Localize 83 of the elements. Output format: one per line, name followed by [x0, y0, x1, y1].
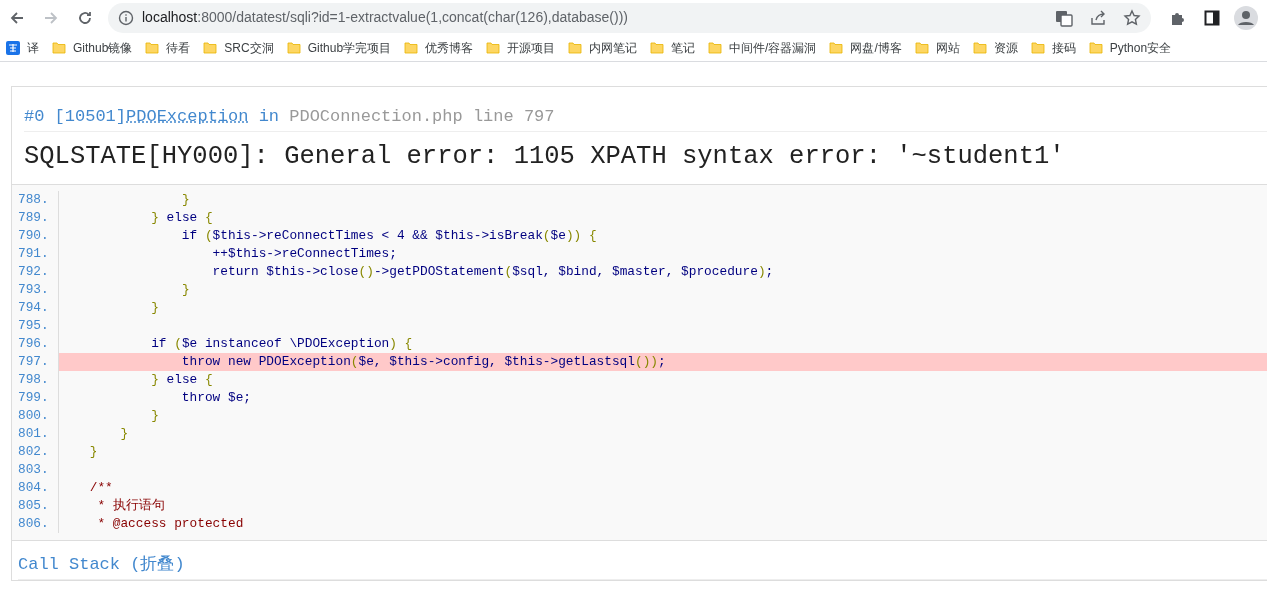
line-number: 790.: [18, 227, 50, 245]
bookmark-item[interactable]: Python安全: [1084, 39, 1181, 57]
folder-icon: [829, 41, 844, 55]
line-number: 805.: [18, 497, 50, 515]
code-line: throw $e;: [180, 389, 252, 407]
bookmark-item[interactable]: 接码: [1026, 39, 1085, 57]
bookmark-item[interactable]: 优秀博客: [400, 39, 483, 57]
folder-icon: [708, 41, 723, 55]
line-number: 788.: [18, 191, 50, 209]
code-line: * @access protected: [96, 515, 245, 533]
code-line: ++$this->reConnectTimes;: [211, 245, 398, 263]
code-line: if ($e instanceof \PDOException) {: [150, 335, 414, 353]
bookmark-item[interactable]: 网盘/博客: [825, 39, 911, 57]
line-number: 793.: [18, 281, 50, 299]
folder-icon: [486, 41, 501, 55]
file-location: PDOConnection.php line 797: [289, 107, 555, 126]
line-number: 792.: [18, 263, 50, 281]
line-number: 806.: [18, 515, 50, 533]
folder-icon: [203, 41, 218, 55]
line-number: 800.: [18, 407, 50, 425]
bookmark-item[interactable]: 内网笔记: [564, 39, 647, 57]
translate-app-icon: [6, 41, 20, 55]
folder-icon: [914, 41, 929, 55]
code-line: } else {: [150, 371, 214, 389]
code-line: }: [180, 281, 191, 299]
code-line: if ($this->reConnectTimes < 4 && $this->isBreak($e)) {: [180, 227, 598, 245]
code-line: } else {: [150, 209, 214, 227]
code-line: * 执行语句: [96, 497, 166, 515]
exception-class-link[interactable]: PDOException: [126, 107, 249, 126]
folder-icon: [650, 41, 665, 55]
line-number: 798.: [18, 371, 50, 389]
star-icon[interactable]: [1123, 8, 1141, 27]
folder-icon: [1030, 41, 1045, 55]
bookmark-item[interactable]: 资源: [968, 39, 1027, 57]
call-stack-toggle[interactable]: Call Stack (折叠): [18, 555, 1267, 581]
line-number: 794.: [18, 299, 50, 317]
side-panel-icon: [1204, 9, 1220, 26]
folder-icon: [52, 41, 66, 55]
folder-icon: [972, 41, 987, 55]
folder-icon: [404, 41, 419, 55]
code-line: /**: [88, 479, 114, 497]
reload-icon: [77, 9, 93, 26]
bookmark-item[interactable]: SRC交洞: [199, 39, 283, 57]
code-line: }: [150, 407, 160, 425]
bookmark-item[interactable]: 笔记: [646, 39, 705, 57]
folder-icon: [286, 41, 301, 55]
line-number: 791.: [18, 245, 50, 263]
line-number: 802.: [18, 443, 50, 461]
bookmark-item[interactable]: 开源项目: [482, 39, 565, 57]
folder-icon: [145, 41, 160, 55]
error-code: [10501]: [54, 107, 127, 126]
line-number: 789.: [18, 209, 50, 227]
info-icon[interactable]: [118, 9, 134, 26]
bookmark-item[interactable]: 译: [2, 39, 48, 57]
line-number: 801.: [18, 425, 50, 443]
url-text: localhost:8000/datatest/sqli?id=1-extractvalue(1,concat(char(126),database())): [142, 8, 628, 27]
line-number: 797.: [18, 353, 50, 371]
bookmark-item[interactable]: 中间件/容器漏洞: [704, 39, 826, 57]
error-message: SQLSTATE[HY000]: General error: 1105 XPATH syntax error: '~student1': [24, 141, 1066, 174]
line-number: 804.: [18, 479, 50, 497]
bookmark-item[interactable]: Github学完项目: [282, 39, 401, 57]
back-arrow-icon: [9, 9, 25, 26]
line-number: 803.: [18, 461, 50, 479]
line-number: 799.: [18, 389, 50, 407]
folder-icon: [1088, 41, 1103, 55]
line-number: 795.: [18, 317, 50, 335]
code-line: return $this->close()->getPDOStatement($sql, $bind, $master, $procedure);: [211, 263, 775, 281]
code-line: }: [88, 443, 99, 461]
code-line: }: [180, 191, 191, 209]
avatar-icon: [1234, 5, 1258, 30]
line-number: 796.: [18, 335, 50, 353]
in-label: in: [258, 107, 280, 126]
bookmark-item[interactable]: Github镜像: [48, 39, 142, 57]
forward-arrow-icon: [43, 9, 59, 26]
translate-icon[interactable]: [1055, 8, 1073, 27]
code-line: }: [119, 425, 130, 443]
share-icon[interactable]: [1089, 8, 1107, 27]
bookmark-item[interactable]: 待看: [141, 39, 200, 57]
bookmark-item[interactable]: 网站: [910, 39, 969, 57]
address-bar[interactable]: localhost:8000/datatest/sqli?id=1-extractvalue(1,concat(char(126),database())): [108, 2, 1151, 33]
exception-index: #0: [24, 107, 45, 126]
folder-icon: [568, 41, 583, 55]
code-line: }: [150, 299, 160, 317]
